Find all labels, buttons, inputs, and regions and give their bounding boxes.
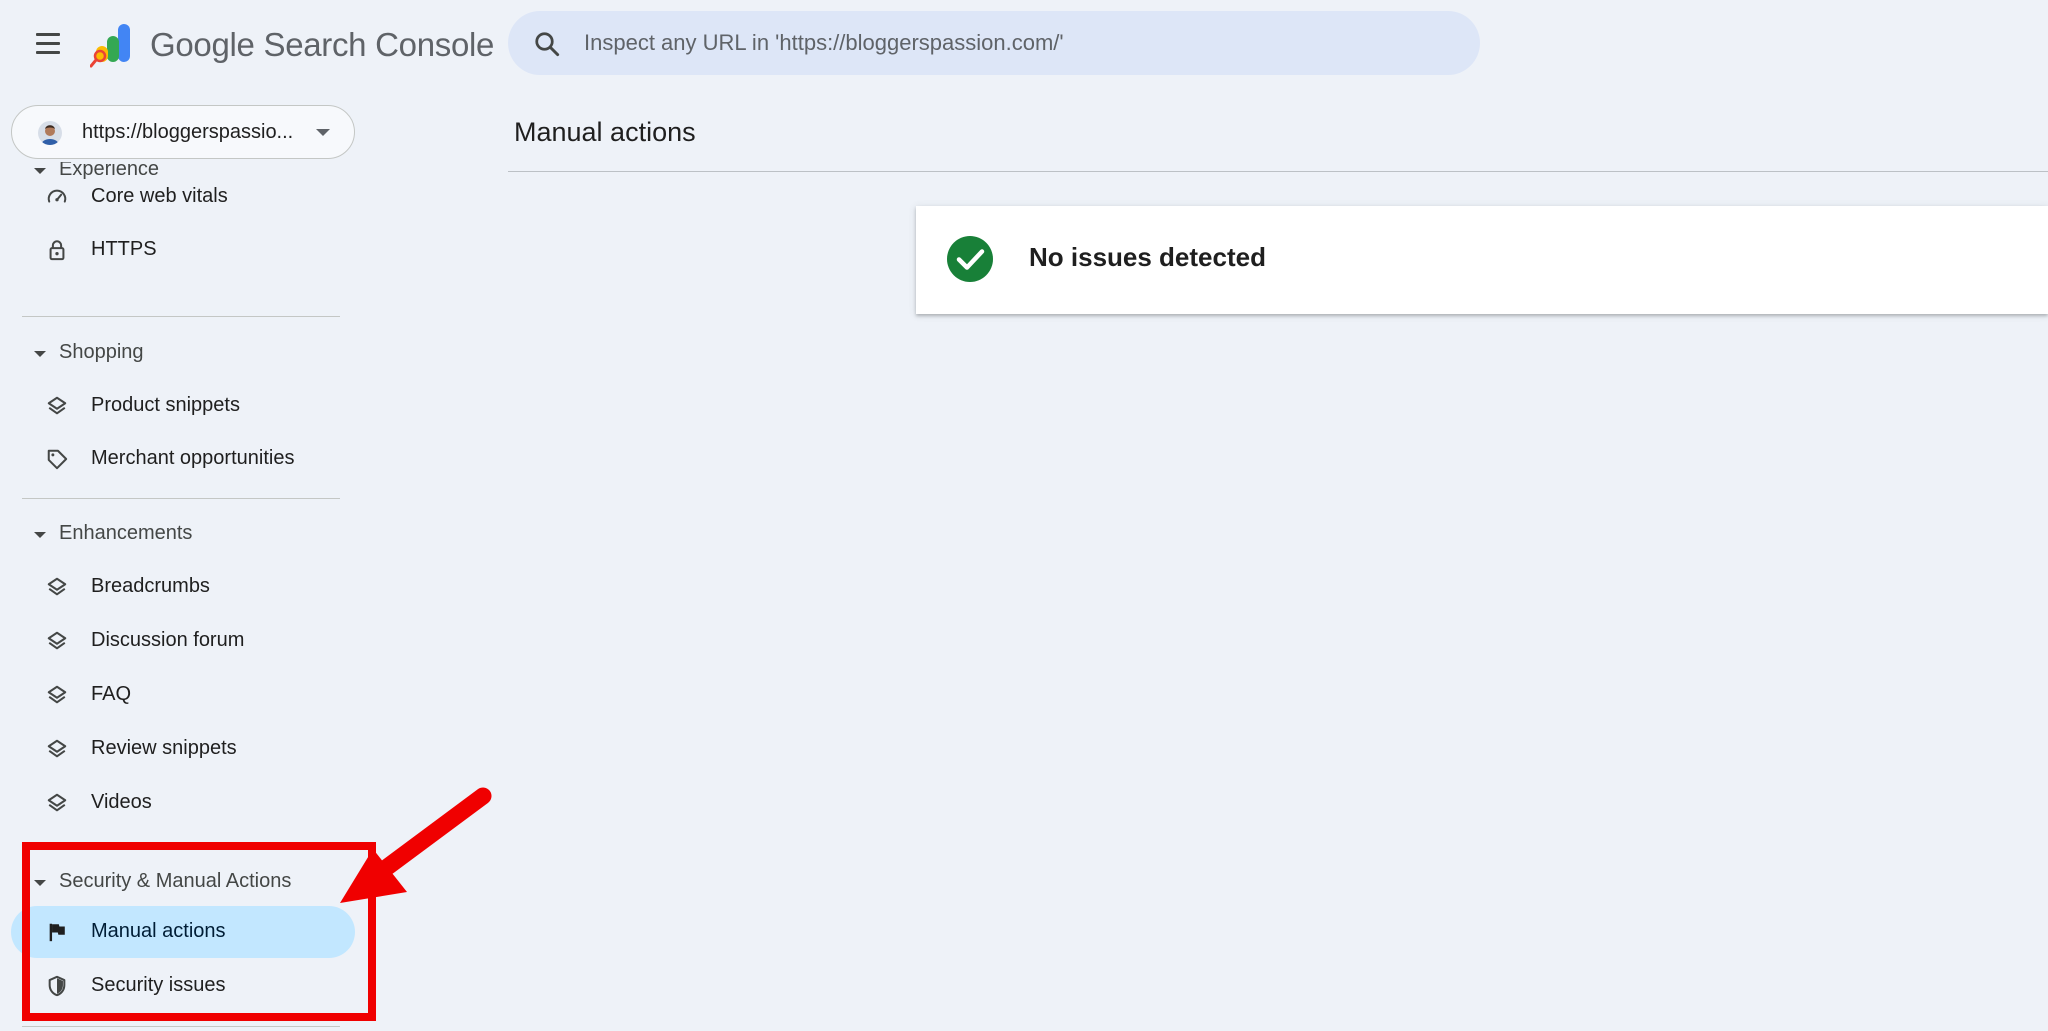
tag-icon [47, 449, 68, 470]
sidebar-divider [22, 498, 340, 499]
sidebar-item-discussion-forum[interactable]: Discussion forum [11, 615, 355, 667]
chevron-down-icon [316, 129, 330, 136]
sidebar-divider [22, 316, 340, 317]
status-card: No issues detected [916, 206, 2048, 314]
sidebar-item-merchant-opportunities[interactable]: Merchant opportunities [11, 433, 355, 485]
sidebar-item-videos[interactable]: Videos [11, 777, 355, 829]
check-circle-icon [947, 236, 993, 282]
sidebar-divider [22, 1026, 340, 1027]
layers-icon [47, 631, 67, 650]
sidebar-item-review-snippets[interactable]: Review snippets [11, 723, 355, 775]
status-message: No issues detected [1029, 242, 1266, 272]
main-menu-icon[interactable] [28, 24, 68, 64]
app-name: Google Search Console [150, 26, 495, 63]
property-selector[interactable]: https://bloggerspassio... [11, 105, 355, 159]
collapse-arrow-icon [34, 351, 46, 357]
sidebar-item-product-snippets[interactable]: Product snippets [11, 380, 355, 432]
layers-icon [47, 577, 67, 596]
sidebar-item-https[interactable]: HTTPS [11, 224, 355, 276]
sidebar-item-breadcrumbs[interactable]: Breadcrumbs [11, 561, 355, 613]
search-icon[interactable] [532, 29, 562, 59]
url-inspection-search[interactable] [508, 11, 1480, 75]
layers-icon [47, 793, 67, 812]
title-divider [508, 171, 2048, 172]
url-inspection-input[interactable] [584, 23, 1444, 63]
speedometer-icon [47, 189, 67, 203]
layers-icon [47, 685, 67, 704]
lock-icon [49, 240, 65, 261]
collapse-arrow-icon [34, 532, 46, 538]
annotation-highlight-box [22, 842, 376, 1021]
avatar [38, 121, 62, 145]
sidebar-section-enhancements[interactable]: Enhancements [0, 514, 340, 554]
search-console-logo-icon [90, 24, 130, 68]
page-title: Manual actions [514, 117, 696, 147]
property-url: https://bloggerspassio... [82, 121, 294, 143]
layers-icon [47, 396, 67, 415]
top-app-bar: Google Search Console [0, 0, 2048, 88]
layers-icon [47, 739, 67, 758]
sidebar-item-faq[interactable]: FAQ [11, 669, 355, 721]
sidebar-item-core-web-vitals[interactable]: Core web vitals [11, 171, 355, 223]
sidebar-section-shopping[interactable]: Shopping [0, 333, 340, 373]
